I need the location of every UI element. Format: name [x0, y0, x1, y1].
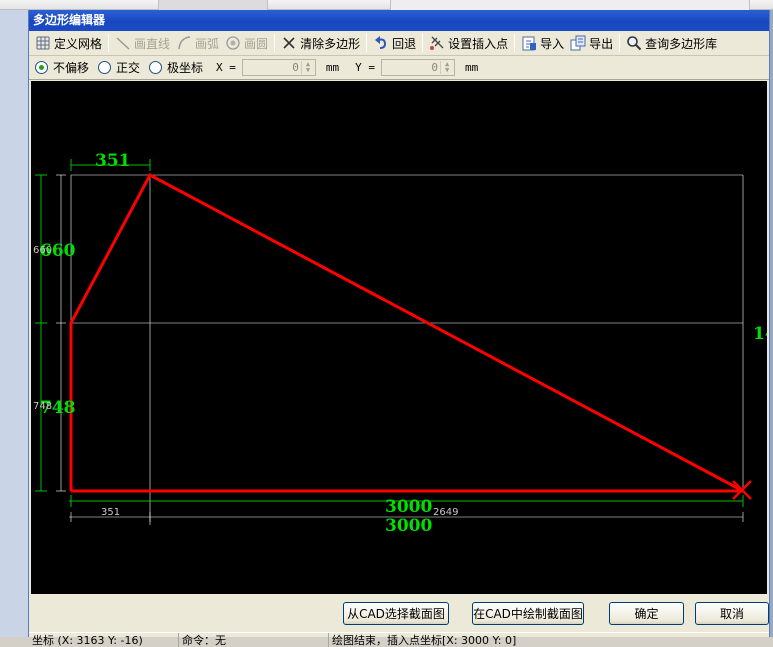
- dim-label-top: 351: [95, 151, 131, 171]
- draw-line-button[interactable]: 画直线: [112, 32, 173, 54]
- toolbar-separator: [619, 34, 621, 52]
- select-from-cad-button[interactable]: 从CAD选择截面图: [343, 602, 449, 625]
- ok-button[interactable]: 确定: [609, 602, 684, 625]
- toolbar-separator: [422, 34, 424, 52]
- undo-icon: [373, 35, 389, 51]
- draw-in-cad-button[interactable]: 在CAD中绘制截面图: [472, 602, 584, 625]
- polygon-drawing: 351 660 748 3000 3000 14 660 748 351 264…: [33, 151, 767, 536]
- polar-radio[interactable]: 极坐标: [149, 59, 203, 76]
- export-button[interactable]: 导出: [567, 32, 616, 54]
- query-polygon-library-button[interactable]: 查询多边形库: [623, 32, 720, 54]
- small-dimension-labels: 660 748 351 2649: [33, 245, 458, 518]
- dim-label-bottom-left-small: 351: [101, 507, 120, 518]
- toolbar-separator: [108, 34, 110, 52]
- close-icon: [281, 35, 297, 51]
- status-bar: 坐标 (X: 3163 Y: -16) 命令：无 绘图结束，插入点坐标[X: 3…: [29, 632, 769, 647]
- background-app-sidebar: [0, 10, 28, 637]
- dim-label-left-upper-small: 660: [33, 245, 52, 256]
- grid-icon: [35, 35, 51, 51]
- background-app-toolbar: [0, 0, 773, 10]
- status-message: 绘图结束，插入点坐标[X: 3000 Y: 0]: [332, 634, 517, 647]
- set-insert-point-button[interactable]: 设置插入点: [426, 32, 511, 54]
- background-tab: [158, 0, 268, 10]
- main-toolbar: 定义网格 画直线 画弧 画圆 清除多边形 回退 设置插入点 导入 导出 查询多边…: [29, 31, 769, 56]
- polygon-editor-dialog: 多边形编辑器 定义网格 画直线 画弧 画圆 清除多边形 回退 设置插入点 导入 …: [28, 10, 770, 647]
- orthogonal-radio[interactable]: 正交: [98, 59, 140, 76]
- drawing-canvas[interactable]: 351 660 748 3000 3000 14 660 748 351 264…: [31, 81, 767, 594]
- x-label: X =: [216, 61, 236, 74]
- import-button[interactable]: 导入: [518, 32, 567, 54]
- y-label: Y =: [355, 61, 376, 74]
- dimension-labels: 351 660 748 3000 3000 14: [40, 151, 767, 536]
- spinner-arrows-icon[interactable]: ▲ ▼: [440, 61, 453, 74]
- dim-label-bottom-right-small: 2649: [433, 507, 458, 518]
- status-coordinates: 坐标 (X: 3163 Y: -16): [29, 633, 179, 647]
- grid-lines: [70, 174, 744, 525]
- dim-label-right: 14: [753, 324, 767, 344]
- dim-label-bottom-total-2: 3000: [385, 516, 432, 536]
- dim-label-left-lower-small: 748: [33, 401, 52, 412]
- export-icon: [570, 35, 586, 51]
- toolbar-separator: [274, 34, 276, 52]
- small-dimension-lines: [56, 174, 744, 522]
- arc-icon: [176, 35, 192, 51]
- polygon-outline[interactable]: [69, 172, 744, 493]
- y-input[interactable]: 0 ▲ ▼: [381, 59, 456, 76]
- options-bar: 不偏移 正交 极坐标 X = 0 ▲ ▼ mm Y = 0 ▲ ▼ mm: [29, 56, 769, 80]
- toolbar-separator: [514, 34, 516, 52]
- search-icon: [626, 35, 642, 51]
- dialog-title[interactable]: 多边形编辑器: [29, 10, 769, 31]
- draw-arc-button[interactable]: 画弧: [173, 32, 222, 54]
- x-input[interactable]: 0 ▲ ▼: [241, 59, 316, 76]
- dialog-button-bar: 从CAD选择截面图 在CAD中绘制截面图 确定 取消: [29, 594, 769, 632]
- undo-button[interactable]: 回退: [370, 32, 419, 54]
- x-unit: mm: [325, 61, 340, 74]
- define-grid-button[interactable]: 定义网格: [32, 32, 105, 54]
- draw-circle-button[interactable]: 画圆: [222, 32, 271, 54]
- radio-icon: [149, 61, 163, 74]
- line-icon: [115, 35, 131, 51]
- import-icon: [521, 35, 537, 51]
- radio-selected-icon: [35, 61, 48, 74]
- spinner-arrows-icon[interactable]: ▲ ▼: [300, 61, 314, 74]
- radio-icon: [98, 61, 112, 74]
- insert-point-icon: [429, 35, 445, 51]
- y-unit: mm: [465, 61, 479, 74]
- no-offset-radio[interactable]: 不偏移: [35, 59, 89, 76]
- toolbar-separator: [366, 34, 368, 52]
- dim-label-bottom-total: 3000: [385, 497, 432, 517]
- cancel-button[interactable]: 取消: [695, 602, 769, 625]
- dimension-lines: [35, 159, 744, 507]
- background-tab: [390, 0, 750, 10]
- clear-polygon-button[interactable]: 清除多边形: [278, 32, 363, 54]
- circle-icon: [225, 35, 241, 51]
- status-command: 命令：无: [179, 633, 329, 647]
